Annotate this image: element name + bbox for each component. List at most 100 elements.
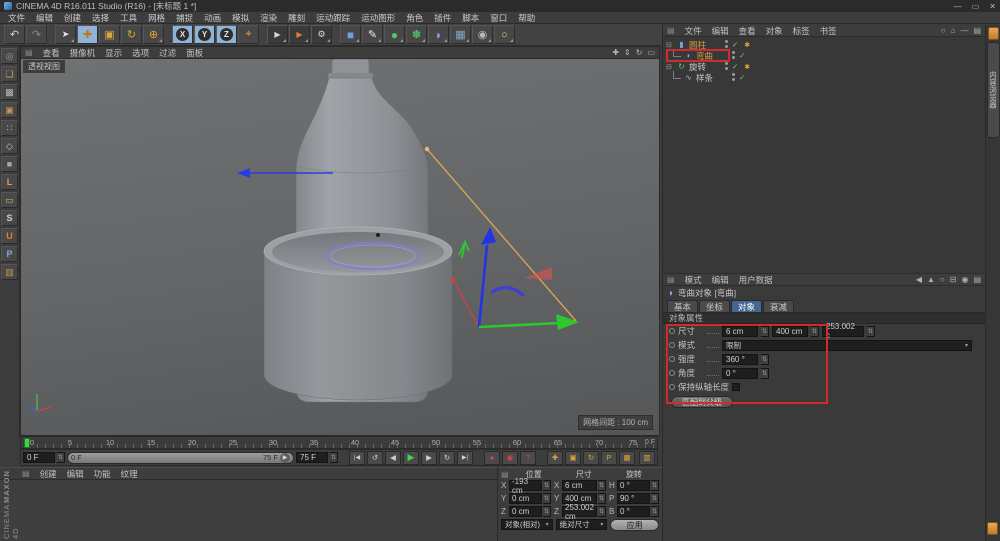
view-label[interactable]: 透视视图 — [23, 60, 65, 73]
record-keyframe-button[interactable]: ● — [484, 451, 500, 465]
key-position-toggle[interactable]: ✚ — [547, 451, 563, 465]
tab-basic[interactable]: 基本 — [667, 300, 698, 312]
render-settings-button[interactable]: ⚙ — [311, 25, 332, 44]
vp-menu-view[interactable]: 查看 — [43, 47, 60, 59]
minimize-button[interactable]: — — [954, 2, 962, 11]
previous-frame-button[interactable]: ◀ — [385, 451, 401, 465]
menu-motion-tracker[interactable]: 运动跟踪 — [316, 12, 350, 24]
vp-menu-options[interactable]: 选项 — [132, 47, 149, 59]
menu-render[interactable]: 渲染 — [260, 12, 277, 24]
menu-edit[interactable]: 编辑 — [36, 12, 53, 24]
undo-button[interactable]: ↶ — [4, 25, 25, 44]
panel-icon[interactable]: ▤ — [22, 469, 30, 478]
pos-x-field[interactable]: -193 cm — [509, 480, 542, 491]
timeline-ruler[interactable]: 0 5 10 15 20 25 30 35 40 45 50 55 60 65 … — [20, 436, 658, 449]
perspective-viewport[interactable]: ▤ 查看 摄像机 显示 选项 过滤 面板 ✚ ⇕ ↻ ▭ 透视视图 — [20, 46, 660, 436]
object-row-bend[interactable]: ◗ 弯曲 ✓ — [663, 50, 985, 61]
rotation-band-blue[interactable] — [491, 288, 524, 296]
expand-icon[interactable]: ⊟ — [666, 63, 674, 71]
rot-p-field[interactable]: 90 ° — [617, 493, 650, 504]
panel-icon[interactable]: ▤ — [25, 48, 33, 57]
z-axis-lock[interactable]: Z — [216, 25, 237, 44]
search-icon[interactable]: ○ — [941, 26, 946, 35]
panel-icon[interactable]: ▤ — [973, 26, 981, 35]
enable-axis-button[interactable]: L — [1, 174, 18, 190]
om-menu-edit[interactable]: 编辑 — [712, 25, 729, 37]
vp-menu-cameras[interactable]: 摄像机 — [70, 47, 96, 59]
expand-icon[interactable]: ⊟ — [666, 41, 674, 49]
camera-button[interactable]: ◉ — [472, 25, 493, 44]
light-button[interactable]: ○ — [494, 25, 515, 44]
redo-button[interactable]: ↷ — [26, 25, 47, 44]
workplane-button[interactable]: P — [1, 246, 18, 262]
points-mode-button[interactable]: ∷ — [1, 120, 18, 136]
mat-menu-function[interactable]: 功能 — [94, 468, 111, 480]
panel-icon[interactable]: ▤ — [667, 26, 675, 35]
menu-file[interactable]: 文件 — [8, 12, 25, 24]
close-button[interactable]: ✕ — [989, 2, 996, 11]
mat-menu-create[interactable]: 创建 — [40, 468, 57, 480]
collapse-icon[interactable]: — — [960, 26, 968, 35]
tab-falloff[interactable]: 衰减 — [763, 300, 794, 312]
object-row-lathe[interactable]: ⊟ ↻ 旋转 ✓ ✱ — [663, 61, 985, 72]
rot-h-field[interactable]: 0 ° — [617, 480, 650, 491]
om-menu-view[interactable]: 查看 — [739, 25, 756, 37]
om-menu-tags[interactable]: 标签 — [793, 25, 810, 37]
keyframe-selection-button[interactable]: ? — [520, 451, 536, 465]
x-axis-lock[interactable]: X — [172, 25, 193, 44]
tab-coordinates[interactable]: 坐标 — [699, 300, 730, 312]
vp-pan-icon[interactable]: ✚ — [612, 48, 619, 57]
texture-mode-button[interactable]: ▩ — [1, 84, 18, 100]
vp-menu-filter[interactable]: 过滤 — [159, 47, 176, 59]
lock-workplane-button[interactable]: ▥ — [1, 264, 18, 280]
keyframe-dot[interactable] — [669, 370, 675, 376]
workplane-mode-button[interactable]: ▣ — [1, 102, 18, 118]
menu-character[interactable]: 角色 — [406, 12, 423, 24]
size-z-field[interactable]: 253.002 c — [822, 326, 864, 337]
enabled-check-icon[interactable]: ✓ — [732, 62, 738, 71]
viewport-solo-button[interactable]: ▭ — [1, 192, 18, 208]
vp-toggle-icon[interactable]: ▭ — [647, 48, 655, 57]
keep-length-checkbox[interactable] — [732, 383, 740, 391]
mat-menu-texture[interactable]: 纹理 — [121, 468, 138, 480]
size-y-field[interactable]: 400 cm — [772, 326, 808, 337]
om-menu-bookmarks[interactable]: 书签 — [820, 25, 837, 37]
bottom-tab-icon[interactable] — [987, 522, 998, 535]
angle-field[interactable]: 0 ° — [722, 368, 758, 379]
menu-select[interactable]: 选择 — [92, 12, 109, 24]
z-axis-handle[interactable] — [479, 323, 559, 327]
render-region-button[interactable]: ▶ — [289, 25, 310, 44]
enabled-check-icon[interactable]: ✓ — [732, 40, 738, 49]
am-menu-userdata[interactable]: 用户数据 — [739, 274, 773, 286]
generators-button[interactable]: ✽ — [406, 25, 427, 44]
am-menu-edit[interactable]: 编辑 — [712, 274, 729, 286]
y-axis-lock[interactable]: Y — [194, 25, 215, 44]
enabled-check-icon[interactable]: ✓ — [739, 51, 745, 60]
coord-size-dropdown[interactable]: 绝对尺寸▾ — [556, 519, 608, 530]
content-browser-tab[interactable]: 内容浏览器 — [987, 42, 1000, 138]
timeline-options-button[interactable]: ▥ — [639, 451, 655, 465]
vp-menu-panel[interactable]: 面板 — [186, 47, 203, 59]
rot-b-field[interactable]: 0 ° — [617, 506, 650, 517]
object-name[interactable]: 样条 — [696, 72, 722, 84]
menu-simulate[interactable]: 模拟 — [232, 12, 249, 24]
spline-pen-button[interactable]: ✎ — [362, 25, 383, 44]
start-frame-stepper[interactable]: ⇅ — [57, 452, 65, 463]
pos-z-field[interactable]: 0 cm — [509, 506, 542, 517]
size-x-field[interactable]: 6 cm — [562, 480, 597, 491]
floor-environment-button[interactable]: ▦ — [450, 25, 471, 44]
keyframe-dot[interactable] — [669, 328, 675, 334]
menu-tools[interactable]: 工具 — [120, 12, 137, 24]
enabled-check-icon[interactable]: ✓ — [739, 73, 745, 82]
coord-mode-dropdown[interactable]: 对象(相对)▾ — [501, 519, 553, 530]
play-button[interactable]: ▶ — [403, 451, 419, 465]
om-menu-file[interactable]: 文件 — [685, 25, 702, 37]
loop-button[interactable]: ↻ — [439, 451, 455, 465]
add-primitive-button[interactable]: ■ — [340, 25, 361, 44]
panel-icon[interactable]: ▤ — [973, 275, 981, 284]
autokey-button[interactable]: ◉ — [502, 451, 518, 465]
menu-help[interactable]: 帮助 — [518, 12, 535, 24]
goto-start-button[interactable]: |◀ — [349, 451, 365, 465]
make-editable-button[interactable]: ◎ — [1, 48, 18, 64]
tab-object[interactable]: 对象 — [731, 300, 762, 312]
